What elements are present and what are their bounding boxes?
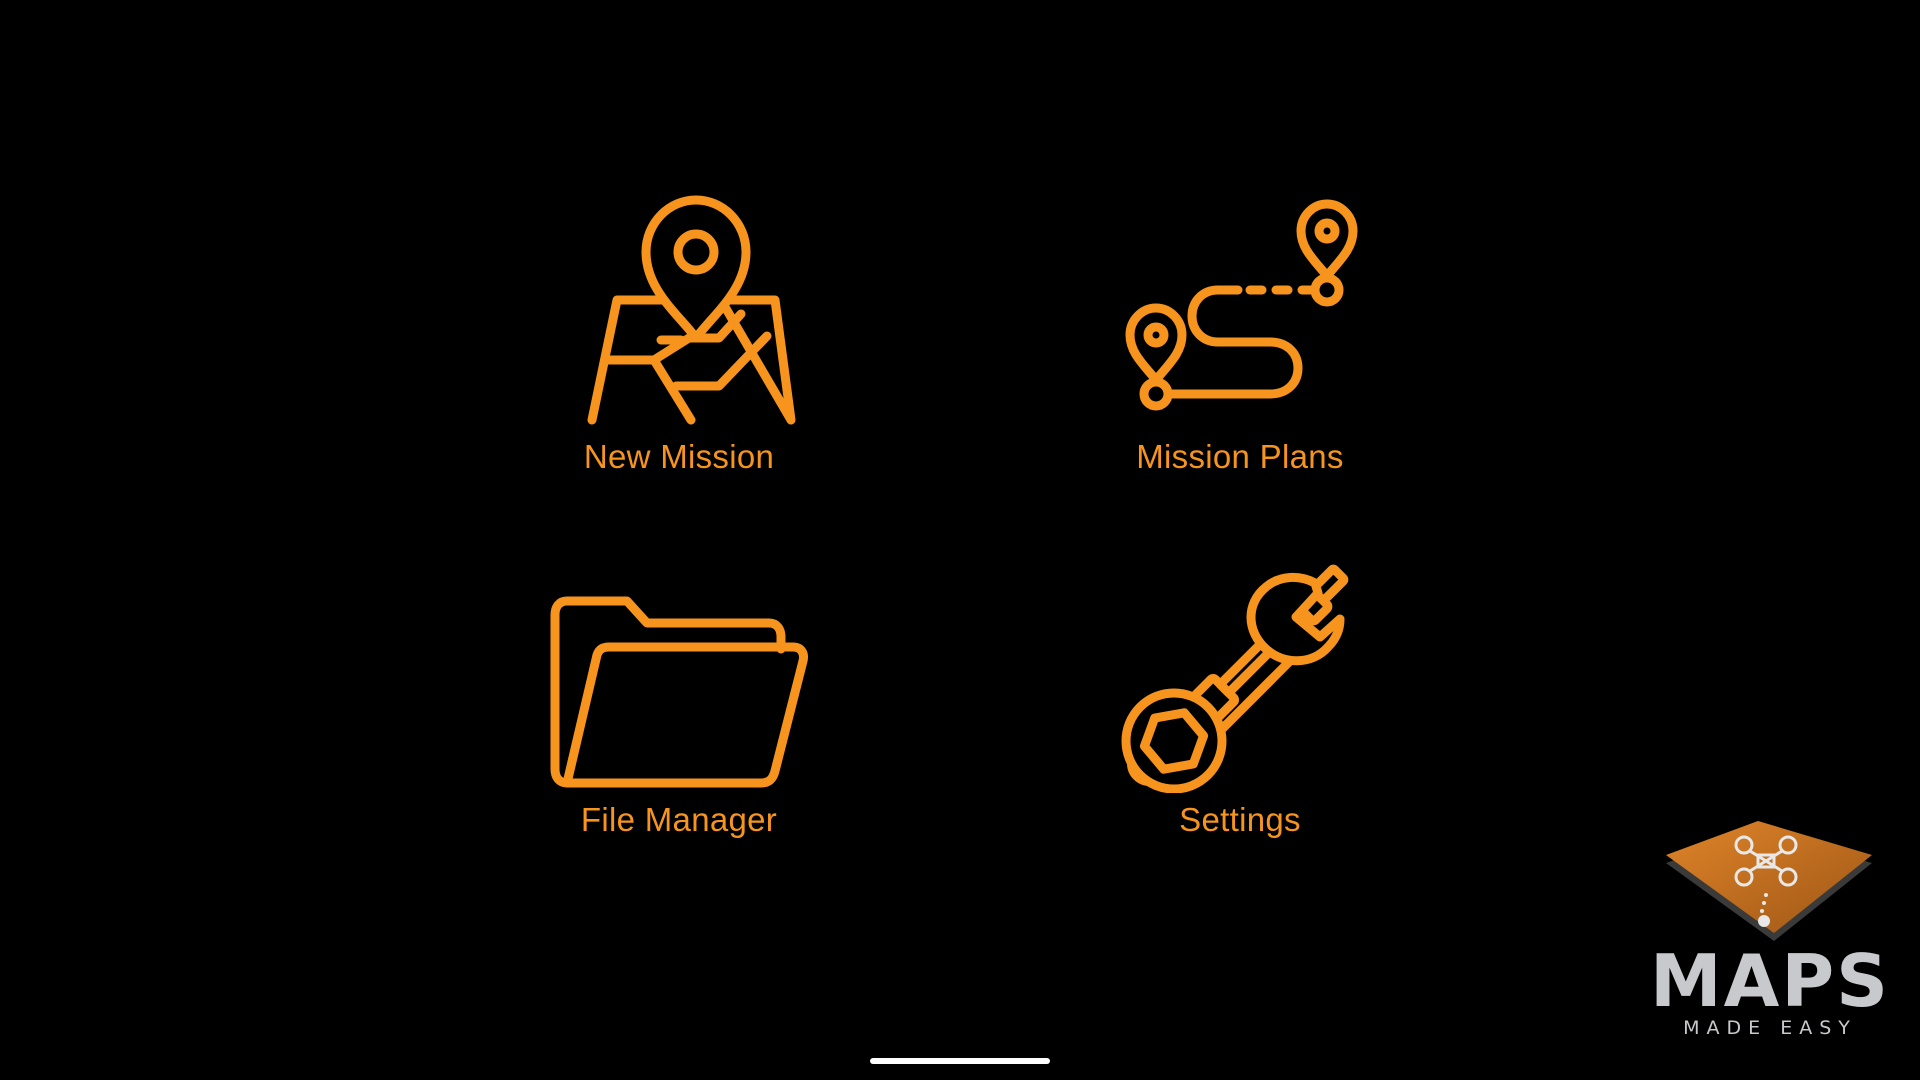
mission-plans-button[interactable]: Mission Plans bbox=[1060, 180, 1420, 510]
brand-logo: MAPS MADE EASY bbox=[1640, 815, 1900, 1045]
mission-plans-label: Mission Plans bbox=[1136, 438, 1344, 475]
settings-button[interactable]: Settings bbox=[1060, 543, 1420, 873]
map-pin-icon bbox=[539, 180, 819, 430]
file-manager-label: File Manager bbox=[580, 801, 778, 838]
tools-icon bbox=[1100, 543, 1380, 793]
settings-label: Settings bbox=[1179, 801, 1301, 838]
brand-tagline: MADE EASY bbox=[1683, 1017, 1857, 1039]
brand-wordmark: MAPS bbox=[1650, 939, 1890, 1023]
new-mission-label: New Mission bbox=[583, 438, 775, 475]
home-screen: New Mission Mission Plans File Manager S… bbox=[0, 0, 1920, 1080]
file-manager-button[interactable]: File Manager bbox=[499, 543, 859, 873]
route-icon bbox=[1100, 180, 1380, 430]
home-indicator[interactable] bbox=[870, 1058, 1050, 1064]
drone-map-logo-icon bbox=[1666, 821, 1872, 941]
folder-icon bbox=[539, 543, 819, 793]
new-mission-button[interactable]: New Mission bbox=[499, 180, 859, 510]
